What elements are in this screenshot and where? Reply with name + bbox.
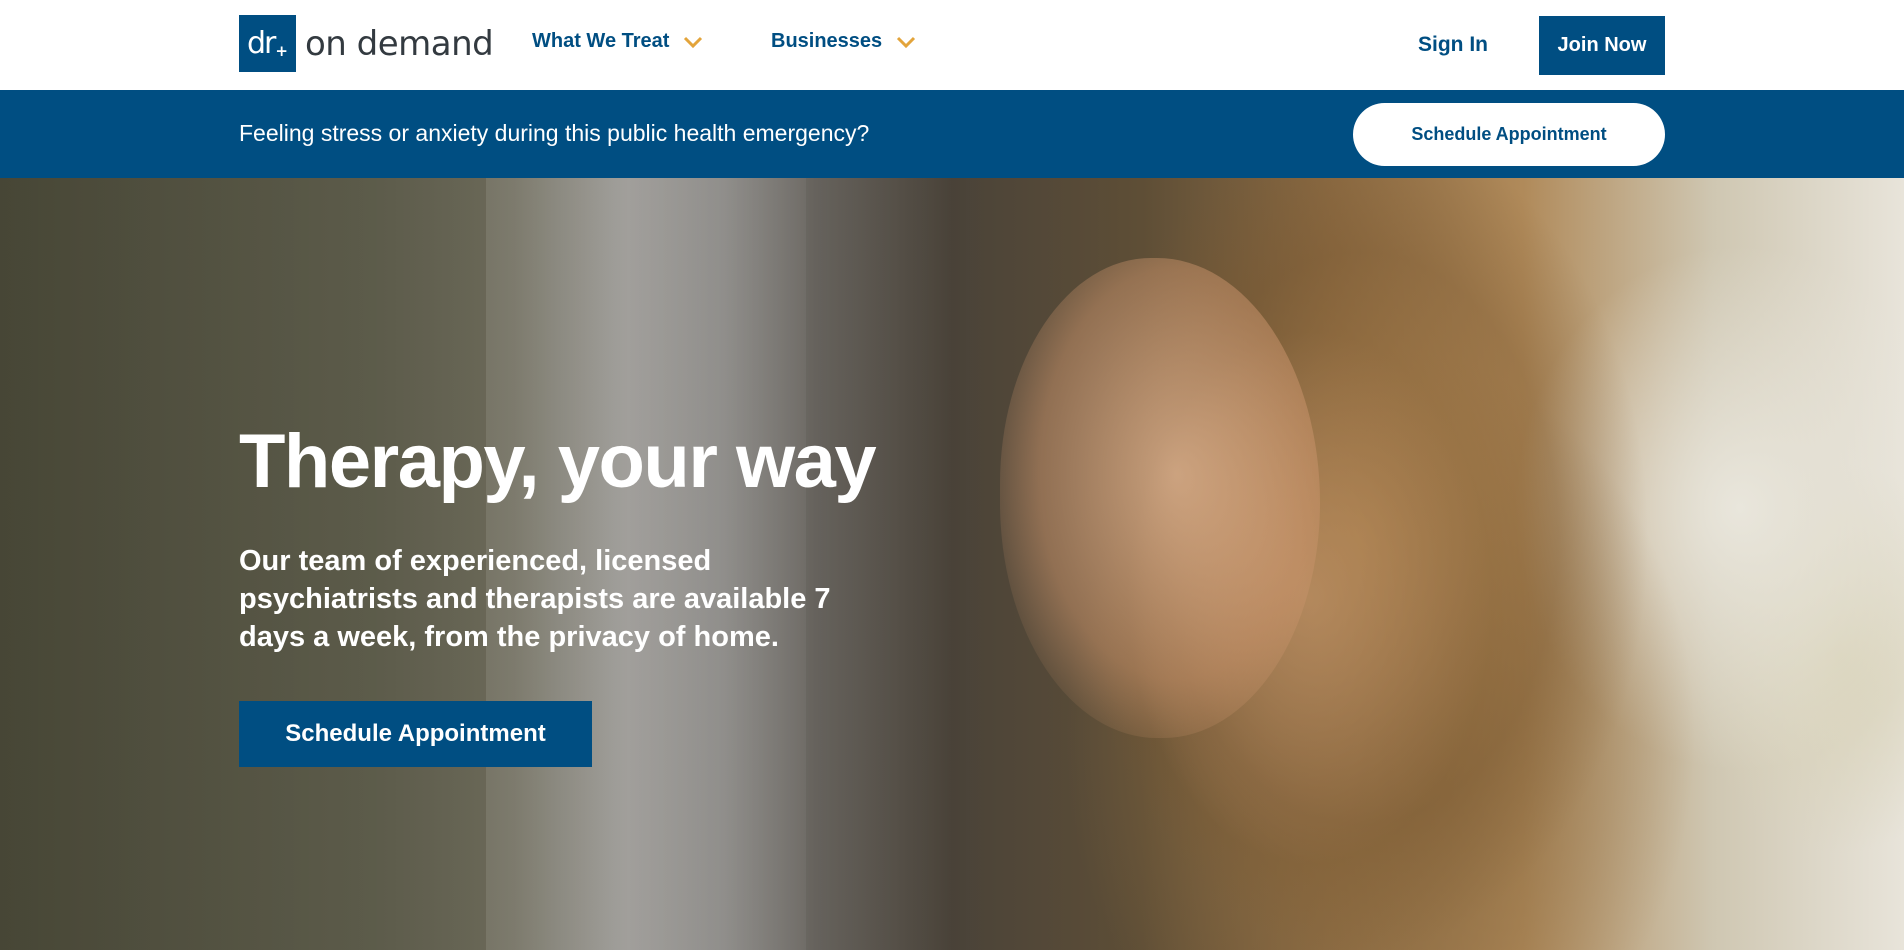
chevron-down-icon xyxy=(684,36,703,48)
announcement-banner: Feeling stress or anxiety during this pu… xyxy=(0,90,1904,178)
hero-description: Our team of experienced, licensed psychi… xyxy=(239,545,831,653)
nav-businesses[interactable]: Businesses xyxy=(771,30,916,53)
hero-schedule-appointment-button[interactable]: Schedule Appointment xyxy=(239,701,592,767)
hero-section: Therapy, your way Our team of experience… xyxy=(0,178,1904,950)
nav-businesses-label: Businesses xyxy=(771,30,883,52)
nav-what-we-treat[interactable]: What We Treat xyxy=(532,30,703,53)
logo[interactable]: dr + on demand xyxy=(239,15,494,72)
join-now-button[interactable]: Join Now xyxy=(1539,16,1665,75)
hero-title: Therapy, your way xyxy=(239,419,877,504)
chevron-down-icon xyxy=(897,36,916,48)
sign-in-link[interactable]: Sign In xyxy=(1418,33,1488,57)
logo-mark-text: dr xyxy=(247,26,276,61)
logo-mark: dr + xyxy=(239,15,296,72)
site-header: dr + on demand What We Treat Businesses S… xyxy=(0,0,1904,90)
nav-what-we-treat-label: What We Treat xyxy=(532,30,670,52)
logo-mark-plus: + xyxy=(275,41,288,60)
logo-text: on demand xyxy=(305,23,494,64)
banner-schedule-appointment-button[interactable]: Schedule Appointment xyxy=(1353,103,1665,166)
banner-text: Feeling stress or anxiety during this pu… xyxy=(239,120,870,146)
hero-image-face xyxy=(1000,258,1320,738)
